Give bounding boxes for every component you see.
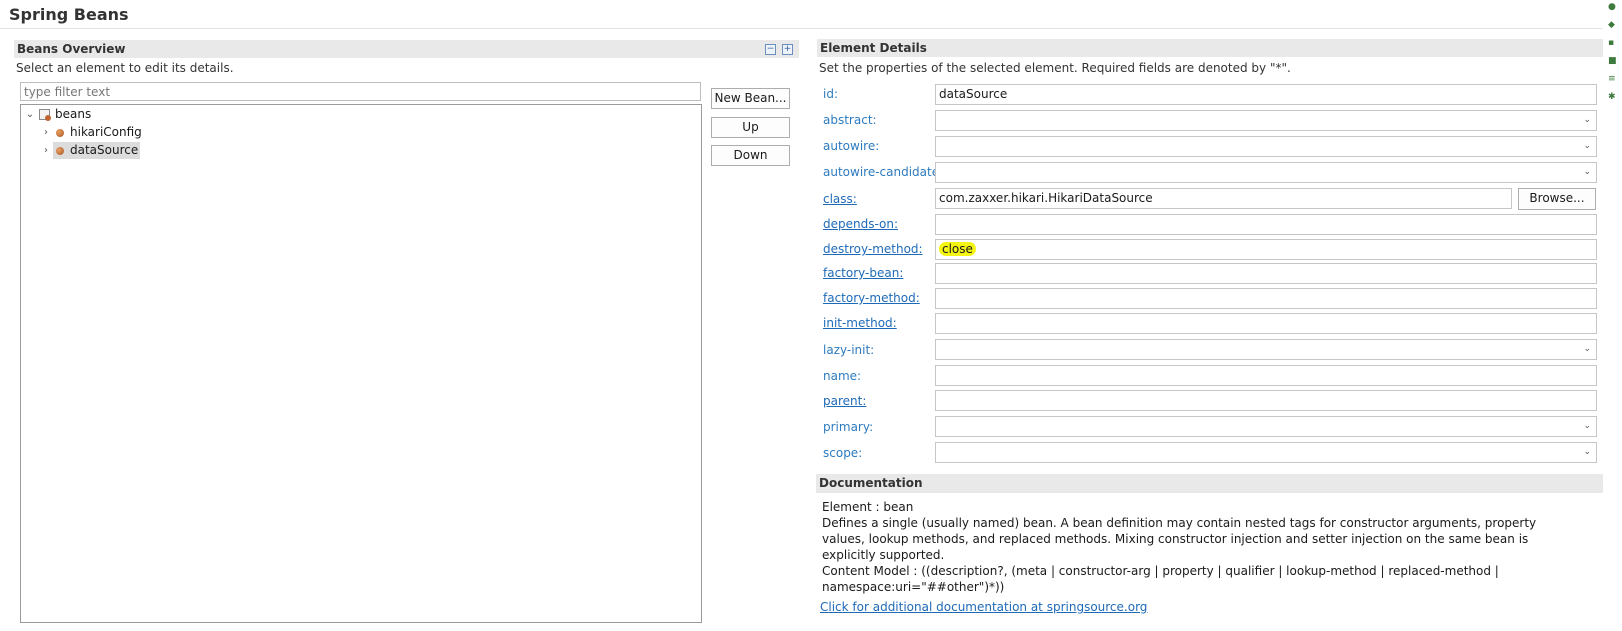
chevron-right-icon[interactable]: › xyxy=(39,124,53,141)
expand-all-icon[interactable]: + xyxy=(782,44,793,55)
factory-method-field[interactable] xyxy=(935,288,1597,309)
factory-bean-link[interactable]: factory-bean: xyxy=(823,265,903,281)
class-link[interactable]: class: xyxy=(823,191,857,207)
tree-item-label: beans xyxy=(55,107,92,121)
depends-on-link[interactable]: depends-on: xyxy=(823,216,898,232)
down-button[interactable]: Down xyxy=(711,145,790,166)
class-value: com.zaxxer.hikari.HikariDataSource xyxy=(939,191,1153,205)
toolbar-icon[interactable]: ■ xyxy=(1608,56,1617,66)
scope-label: scope: xyxy=(823,446,863,460)
documentation-link[interactable]: Click for additional documentation at sp… xyxy=(820,600,1147,614)
chevron-right-icon[interactable]: › xyxy=(39,142,53,159)
element-details-description: Set the properties of the selected eleme… xyxy=(819,61,1291,75)
toolbar-icon[interactable]: ◆ xyxy=(1608,20,1615,30)
beans-overview-description: Select an element to edit its details. xyxy=(16,61,234,75)
toolbar-icon[interactable]: ≡ xyxy=(1608,74,1616,84)
init-method-field[interactable] xyxy=(935,313,1597,334)
destroy-method-link[interactable]: destroy-method: xyxy=(823,241,923,257)
parent-field[interactable] xyxy=(935,390,1597,411)
beans-overview-title: Beans Overview xyxy=(17,42,126,56)
primary-select[interactable]: ⌄ xyxy=(935,416,1597,437)
chevron-down-icon: ⌄ xyxy=(1583,167,1591,177)
name-label: name: xyxy=(823,369,862,383)
documentation-title: Documentation xyxy=(819,476,923,490)
tree-item-label: hikariConfig xyxy=(70,125,142,139)
documentation-description: Defines a single (usually named) bean. A… xyxy=(822,516,1537,562)
factory-bean-field[interactable] xyxy=(935,263,1597,284)
init-method-link[interactable]: init-method: xyxy=(823,315,897,331)
documentation-header: Documentation xyxy=(816,474,1603,493)
spring-beans-editor: Spring Beans ● ◆ ▪ ■ ≡ ✱ Beans Overview … xyxy=(0,0,1622,631)
primary-label: primary: xyxy=(823,420,874,434)
lazy-init-select[interactable]: ⌄ xyxy=(935,339,1597,360)
autowire-select[interactable]: ⌄ xyxy=(935,136,1597,157)
abstract-label: abstract: xyxy=(823,113,877,127)
abstract-select[interactable]: ⌄ xyxy=(935,110,1597,131)
page-title: Spring Beans xyxy=(9,5,129,24)
chevron-down-icon: ⌄ xyxy=(1583,344,1591,354)
selected-item: dataSource xyxy=(53,142,141,159)
name-field[interactable] xyxy=(935,365,1597,386)
toolbar-icon[interactable]: ● xyxy=(1608,2,1616,12)
up-button[interactable]: Up xyxy=(711,117,790,138)
browse-button[interactable]: Browse... xyxy=(1518,188,1596,210)
element-details-header: Element Details xyxy=(817,39,1603,57)
filter-input[interactable] xyxy=(20,82,701,101)
toolbar-icon[interactable]: ✱ xyxy=(1608,92,1616,102)
autowire-label: autowire: xyxy=(823,139,880,153)
parent-link[interactable]: parent: xyxy=(823,393,866,409)
tree-item-beans[interactable]: ⌄ beans xyxy=(23,106,91,123)
destroy-method-value: close xyxy=(939,242,976,256)
element-details-title: Element Details xyxy=(820,41,927,55)
collapse-all-icon[interactable]: − xyxy=(765,44,776,55)
id-field[interactable]: dataSource xyxy=(935,84,1597,105)
lazy-init-label: lazy-init: xyxy=(823,343,875,357)
depends-on-field[interactable] xyxy=(935,214,1597,235)
page-header: Spring Beans xyxy=(0,0,1602,29)
id-value: dataSource xyxy=(939,87,1008,101)
chevron-down-icon[interactable]: ⌄ xyxy=(23,106,37,123)
chevron-down-icon: ⌄ xyxy=(1583,447,1591,457)
tree-item-hikariconfig[interactable]: › hikariConfig xyxy=(39,124,142,141)
new-bean-button[interactable]: New Bean... xyxy=(711,88,790,109)
class-field[interactable]: com.zaxxer.hikari.HikariDataSource xyxy=(935,188,1512,209)
chevron-down-icon: ⌄ xyxy=(1583,115,1591,125)
documentation-element: Element : bean xyxy=(822,500,914,514)
right-toolbar-strip: ● ◆ ▪ ■ ≡ ✱ xyxy=(1604,0,1622,631)
bean-icon xyxy=(56,128,64,137)
autowire-candidate-label: autowire-candidate: xyxy=(823,165,944,179)
tree-item-label: dataSource xyxy=(70,143,139,157)
chevron-down-icon: ⌄ xyxy=(1583,141,1591,151)
factory-method-link[interactable]: factory-method: xyxy=(823,290,920,306)
beans-tree[interactable]: ⌄ beans › hikariConfig › dataSource xyxy=(20,104,702,623)
id-label: id: xyxy=(823,87,838,101)
destroy-method-field[interactable]: close xyxy=(935,239,1597,260)
autowire-candidate-select[interactable]: ⌄ xyxy=(935,162,1597,183)
documentation-content-model: Content Model : ((description?, (meta | … xyxy=(822,564,1499,594)
beans-icon xyxy=(39,109,51,121)
scope-select[interactable]: ⌄ xyxy=(935,442,1597,463)
toolbar-icon[interactable]: ▪ xyxy=(1608,38,1614,48)
chevron-down-icon: ⌄ xyxy=(1583,421,1591,431)
beans-overview-header: Beans Overview xyxy=(14,40,799,58)
bean-icon xyxy=(56,146,64,155)
tree-item-datasource[interactable]: › dataSource xyxy=(39,142,141,159)
